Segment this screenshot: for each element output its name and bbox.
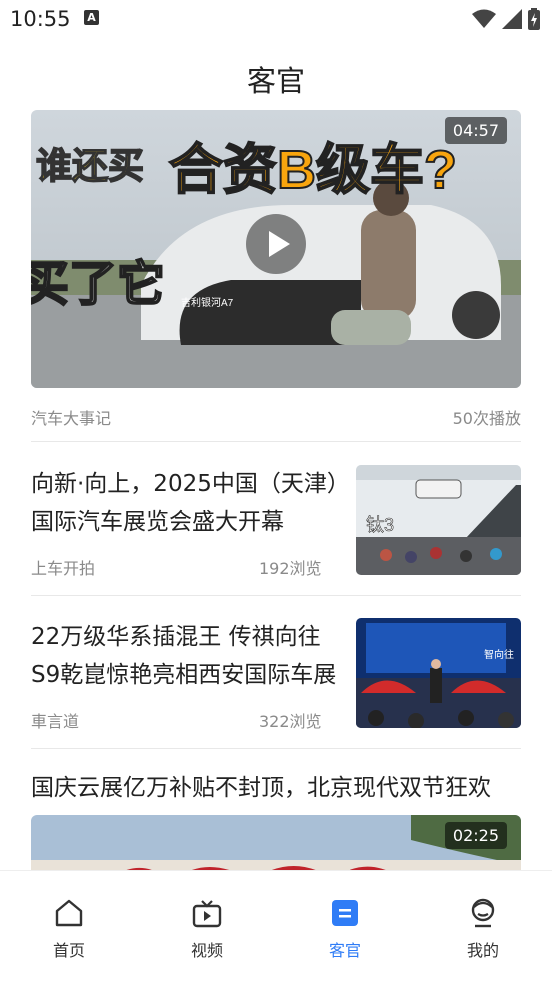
- status-bar: 10:55 A: [0, 0, 552, 40]
- article-thumbnail-image: 钛3: [356, 465, 521, 575]
- thumbnail-caption-a: 谁还买: [36, 145, 144, 186]
- user-icon: [471, 898, 495, 928]
- tab-label: 我的: [466, 941, 499, 960]
- video-meta: 汽车大事记 50次播放: [31, 405, 521, 429]
- divider: [31, 441, 521, 442]
- document-icon: [332, 900, 358, 926]
- tab-label: 客官: [328, 941, 361, 960]
- article-views: 192浏览: [259, 559, 322, 578]
- thumbnail-caption-b: 合资B级车?: [169, 140, 457, 200]
- page-title: 客官: [246, 64, 305, 98]
- article-views: 322浏览: [259, 712, 322, 731]
- video-tv-icon: [192, 900, 222, 928]
- system-icons: [472, 8, 540, 30]
- article-item[interactable]: 22万级华系插混王 传祺向往S9乾崑惊艳亮相西安国际车展 車言道 322浏览 智…: [31, 618, 521, 731]
- article-title[interactable]: 向新·向上，2025中国（天津）国际汽车展览会盛大开幕: [31, 465, 343, 541]
- video-duration: 04:57: [444, 117, 507, 144]
- thumbnail-label: 钛3: [366, 515, 394, 535]
- tab-home[interactable]: 首页: [29, 893, 109, 963]
- video-card[interactable]: 谁还买 合资B级车? 买了它 吉利银河A7 04:57: [31, 110, 521, 388]
- article-source: 上车开拍: [31, 559, 96, 578]
- play-icon: [269, 231, 290, 257]
- tab-label: 首页: [52, 941, 85, 960]
- divider: [31, 748, 521, 749]
- status-time: 10:55: [10, 7, 71, 31]
- play-button[interactable]: [246, 214, 306, 274]
- tab-keguan[interactable]: 客官: [305, 893, 385, 963]
- article-title[interactable]: 22万级华系插混王 传祺向往S9乾崑惊艳亮相西安国际车展: [31, 618, 343, 694]
- bottom-tab-bar: 首页 视频 客官 我的: [0, 870, 552, 984]
- tab-mine[interactable]: 我的: [443, 893, 523, 963]
- thumbnail-caption-c: 买了它: [31, 258, 165, 311]
- video-plays: 50次播放: [452, 409, 521, 428]
- article-thumbnail[interactable]: 智向往: [356, 618, 521, 728]
- home-icon: [55, 899, 83, 927]
- article-title[interactable]: 国庆云展亿万补贴不封顶，北京现代双节狂欢: [31, 768, 521, 802]
- video-card[interactable]: 02:25: [31, 815, 521, 870]
- video-duration: 02:25: [444, 822, 507, 849]
- article-thumbnail-image: 智向往: [356, 618, 521, 728]
- battery-icon: [528, 8, 540, 30]
- license-plate: 吉利银河A7: [181, 296, 234, 309]
- video-source: 汽车大事记: [31, 409, 112, 428]
- article-source: 車言道: [31, 712, 80, 731]
- signal-icon: [502, 9, 522, 29]
- article-item[interactable]: 向新·向上，2025中国（天津）国际汽车展览会盛大开幕 上车开拍 192浏览 钛…: [31, 465, 521, 578]
- content-feed[interactable]: 谁还买 合资B级车? 买了它 吉利银河A7 04:57 汽车大事记 50次播放 …: [0, 110, 552, 870]
- notification-icon: A: [84, 10, 99, 25]
- tab-label: 视频: [190, 941, 223, 960]
- article-thumbnail[interactable]: 钛3: [356, 465, 521, 575]
- wifi-icon: [472, 9, 496, 28]
- divider: [31, 595, 521, 596]
- thumbnail-label: 智向往: [484, 648, 514, 661]
- tab-video[interactable]: 视频: [167, 893, 247, 963]
